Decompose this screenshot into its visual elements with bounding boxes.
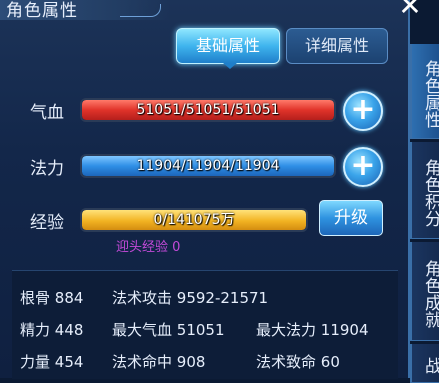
attr-name: 法术攻击 <box>112 289 173 307</box>
attr-name: 法术致命 <box>256 353 317 371</box>
hp-label: 气血 <box>30 103 64 123</box>
attr-value: 60 <box>320 353 340 371</box>
exp-bar-text: 0/141075万 <box>153 212 235 228</box>
plus-icon: + <box>350 92 376 127</box>
attr-max-mp: 最大法力 11904 <box>256 319 369 340</box>
attr-liliang: 力量 454 <box>20 351 83 372</box>
attr-max-hp: 最大气血 51051 <box>112 319 225 340</box>
attr-spell-hit: 法术命中 908 <box>112 351 205 372</box>
mp-bar-text: 11904/11904/11904 <box>136 158 280 174</box>
mp-label: 法力 <box>30 159 64 179</box>
attr-jingli: 精力 448 <box>20 319 83 340</box>
attr-name: 根骨 <box>20 289 51 307</box>
attr-spell-crit: 法术致命 60 <box>256 351 340 372</box>
attr-value: 9592-21571 <box>176 289 269 307</box>
title-bar: 角色属性 <box>0 0 170 21</box>
plus-icon: + <box>350 148 376 183</box>
attribute-list: 根骨 884 法术攻击 9592-21571 精力 448 最大气血 51051… <box>12 270 398 379</box>
attr-gengu: 根骨 884 <box>20 287 83 308</box>
mp-add-button[interactable]: + <box>343 147 383 187</box>
attr-value: 11904 <box>320 321 369 339</box>
attr-name: 力量 <box>20 353 51 371</box>
attr-value: 448 <box>54 321 84 339</box>
welcome-exp-text: 迎头经验 0 <box>116 240 181 255</box>
hp-bar: 51051/51051/51051 <box>80 98 336 122</box>
mp-bar: 11904/11904/11904 <box>80 154 336 178</box>
hp-bar-text: 51051/51051/51051 <box>136 102 280 118</box>
upgrade-button[interactable]: 升级 <box>319 200 383 236</box>
sidetab-battle[interactable]: 战 <box>410 344 439 383</box>
tab-detail-attributes[interactable]: 详细属性 <box>286 28 388 64</box>
sidetab-role-points[interactable]: 角色积分 <box>410 142 439 239</box>
attr-value: 454 <box>54 353 84 371</box>
attr-spell-attack: 法术攻击 9592-21571 <box>112 287 268 308</box>
sidetab-role-attributes[interactable]: 角色属性 <box>410 44 439 139</box>
attribute-panel: 角色属性 基础属性 详细属性 气血 51051/51051/51051 + 法力… <box>0 0 410 379</box>
attr-name: 精力 <box>20 321 51 339</box>
sidetab-role-achievements[interactable]: 角色成就 <box>410 242 439 341</box>
attr-value: 884 <box>54 289 84 307</box>
exp-label: 经验 <box>30 213 64 233</box>
attr-name: 最大气血 <box>112 321 173 339</box>
hp-add-button[interactable]: + <box>343 91 383 131</box>
attr-value: 908 <box>176 353 206 371</box>
close-icon[interactable]: ✕ <box>396 0 424 20</box>
tab-basic-attributes[interactable]: 基础属性 <box>176 28 280 69</box>
attr-name: 最大法力 <box>256 321 317 339</box>
title-ornament <box>120 4 161 17</box>
attr-value: 51051 <box>176 321 225 339</box>
attr-name: 法术命中 <box>112 353 173 371</box>
exp-bar: 0/141075万 <box>80 208 308 232</box>
window-title: 角色属性 <box>6 1 78 21</box>
